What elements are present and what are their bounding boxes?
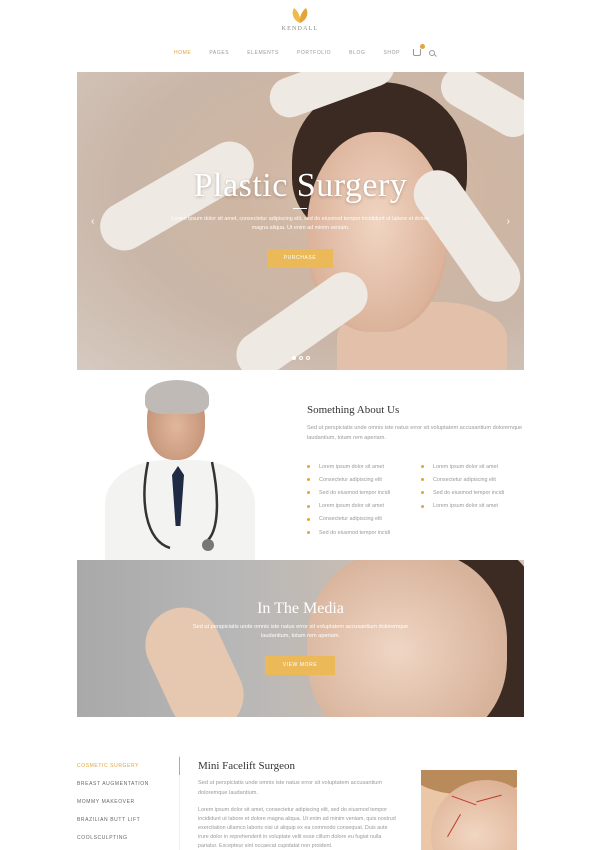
list-item-text: Lorem ipsum dolor sit amet: [433, 463, 499, 470]
cart-badge: [420, 44, 426, 49]
nav-icons: [413, 44, 436, 56]
list-item: Consectetur adipiscing elit: [307, 473, 390, 486]
list-item-text: Sed do eiusmod tempor incidi: [319, 529, 391, 536]
purchase-button[interactable]: PURCHASE: [267, 249, 333, 268]
services-tabs: COSMETIC SURGERY BREAST AUGMENTATION MOM…: [77, 762, 177, 850]
bullet-icon: [421, 478, 424, 482]
bullet-icon: [307, 517, 310, 521]
list-item-text: Lorem ipsum dolor sit amet: [319, 463, 385, 470]
list-item: Sed do eiusmod tempor incidi: [421, 486, 504, 499]
hero-text: Lorem ipsum dolor sit amet, consectetur …: [171, 216, 430, 231]
nav-pages[interactable]: PAGES: [209, 50, 229, 56]
hero-divider: [293, 208, 307, 209]
list-item-text: Consectetur adipiscing elit: [319, 476, 382, 483]
tabs-divider: [179, 755, 180, 850]
list-item-text: Sed do eiusmod tempor incidi: [433, 489, 505, 496]
bullet-icon: [421, 504, 424, 508]
doctor-image: [100, 380, 260, 560]
service-image: [421, 770, 517, 850]
media-banner: In The Media Sed ut perspiciatis unde om…: [77, 560, 524, 717]
bullet-icon: [307, 478, 310, 482]
cart-icon[interactable]: [413, 44, 426, 56]
slider-dots: [77, 356, 524, 360]
service-title: Mini Facelift Surgeon: [198, 760, 295, 772]
tab-coolsculpting[interactable]: COOLSCULPTING: [77, 834, 177, 850]
about-list-right: Lorem ipsum dolor sit amet Consectetur a…: [421, 460, 504, 513]
list-item: Lorem ipsum dolor sit amet: [307, 460, 390, 473]
bullet-icon: [307, 491, 310, 495]
hero-title: Plastic Surgery: [193, 167, 408, 204]
site-logo[interactable]: KENDALL: [0, 6, 600, 32]
leaf-logo-icon: [292, 8, 308, 23]
hero-slider: Plastic Surgery Lorem ipsum dolor sit am…: [77, 72, 524, 370]
media-text: Sed ut perspiciatis unde omnis iste natu…: [192, 624, 409, 639]
about-title: Something About Us: [307, 404, 400, 416]
tab-mommy-makeover[interactable]: MOMMY MAKEOVER: [77, 798, 177, 816]
list-item: Lorem ipsum dolor sit amet: [421, 460, 504, 473]
service-body: Lorem ipsum dolor sit amet, consectetur …: [198, 807, 396, 849]
tab-breast-augmentation[interactable]: BREAST AUGMENTATION: [77, 780, 177, 798]
nav-blog[interactable]: BLOG: [349, 50, 365, 56]
list-item: Lorem ipsum dolor sit amet: [307, 500, 390, 513]
tab-cosmetic-surgery[interactable]: COSMETIC SURGERY: [77, 762, 177, 780]
tab-brazilian-butt-lift[interactable]: BRAZILIAN BUTT LIFT: [77, 816, 177, 834]
media-title: In The Media: [257, 600, 344, 617]
list-item-text: Lorem ipsum dolor sit amet: [433, 503, 499, 510]
list-item: Consectetur adipiscing elit: [307, 513, 390, 526]
about-list-left: Lorem ipsum dolor sit amet Consectetur a…: [307, 460, 390, 539]
list-item-text: Consectetur adipiscing elit: [319, 516, 382, 523]
bullet-icon: [307, 465, 310, 469]
slider-dot[interactable]: [298, 356, 303, 360]
list-item: Consectetur adipiscing elit: [421, 473, 504, 486]
list-item: Sed do eiusmod tempor incidi: [307, 526, 390, 539]
nav-home[interactable]: HOME: [174, 50, 191, 56]
bullet-icon: [307, 504, 310, 508]
main-nav: HOME PAGES ELEMENTS PORTFOLIO BLOG SHOP: [0, 44, 600, 56]
bullet-icon: [421, 491, 424, 495]
list-item-text: Consectetur adipiscing elit: [433, 476, 496, 483]
service-desc: Sed ut perspiciatis unde omnis iste natu…: [198, 780, 383, 796]
list-item: Lorem ipsum dolor sit amet: [421, 500, 504, 513]
brand-name: KENDALL: [281, 26, 319, 32]
bullet-icon: [421, 465, 424, 469]
search-icon[interactable]: [429, 49, 436, 56]
list-item-text: Lorem ipsum dolor sit amet: [319, 503, 385, 510]
view-more-button[interactable]: VIEW MORE: [265, 656, 335, 675]
prev-arrow-icon[interactable]: ‹: [91, 216, 94, 227]
list-item-text: Sed do eiusmod tempor incidi: [319, 489, 391, 496]
stethoscope-icon: [143, 461, 219, 551]
nav-elements[interactable]: ELEMENTS: [247, 50, 279, 56]
about-text: Sed ut perspiciatis unde omnis iste natu…: [307, 425, 523, 441]
active-tab-indicator: [179, 757, 180, 775]
slider-dot[interactable]: [305, 356, 310, 360]
nav-portfolio[interactable]: PORTFOLIO: [297, 50, 331, 56]
next-arrow-icon[interactable]: ›: [507, 216, 510, 227]
list-item: Sed do eiusmod tempor incidi: [307, 486, 390, 499]
bullet-icon: [307, 531, 310, 535]
nav-shop[interactable]: SHOP: [383, 50, 400, 56]
slider-dot[interactable]: [291, 356, 296, 360]
